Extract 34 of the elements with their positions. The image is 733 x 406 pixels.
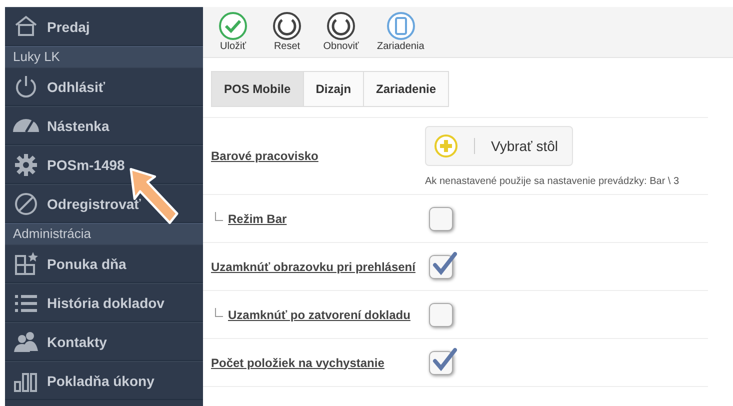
toolbar-button[interactable]: Uložiť: [213, 9, 253, 57]
sidebar-item[interactable]: Nástenka: [5, 106, 203, 145]
tab[interactable]: Dizajn: [302, 71, 364, 107]
prohibited-icon: [13, 190, 39, 216]
plus-icon: [434, 134, 458, 158]
sidebar-item[interactable]: História dokladov: [5, 283, 203, 322]
sidebar-item[interactable]: Odhlásiť: [5, 67, 203, 106]
save-check-icon: [218, 11, 248, 41]
tab[interactable]: POS Mobile: [211, 71, 304, 107]
hint-text: Ak nenastavené použije sa nastavenie prevádzky: Bar \ 3: [425, 176, 680, 186]
toolbar-button[interactable]: Zariadenia: [375, 9, 426, 57]
select-table-button[interactable]: Vybrať stôl: [425, 126, 573, 166]
checkbox[interactable]: [429, 206, 453, 230]
section-header: Luky LK: [5, 46, 203, 67]
power-icon: [13, 74, 39, 100]
sidebar-item[interactable]: Kontakty: [5, 322, 203, 361]
phone-icon: [386, 11, 416, 41]
tab[interactable]: Zariadenie: [363, 71, 450, 107]
setting-label[interactable]: Počet položiek na vychystanie: [211, 356, 384, 370]
toolbar-button[interactable]: Obnoviť: [321, 9, 361, 57]
setting-label[interactable]: Uzamknúť obrazovku pri prehlásení: [211, 260, 416, 274]
sidebar-item[interactable]: Pokladňa úkony: [5, 361, 203, 400]
gauge-icon: [13, 119, 39, 132]
reset-icon: [272, 11, 302, 41]
setting-label[interactable]: Režim Bar: [228, 212, 287, 226]
checkbox[interactable]: [429, 302, 453, 326]
toolbar-button[interactable]: Reset: [267, 9, 307, 57]
blocks-star-icon: [13, 250, 39, 276]
setting-label[interactable]: Uzamknúť po zatvorení dokladu: [228, 308, 410, 322]
setting-label[interactable]: Barové pracovisko: [211, 149, 318, 163]
sidebar-item[interactable]: Ponuka dňa: [5, 244, 203, 283]
section-header: Administrácia: [5, 223, 203, 244]
refresh-icon: [326, 11, 356, 41]
gear-icon: [13, 152, 39, 178]
